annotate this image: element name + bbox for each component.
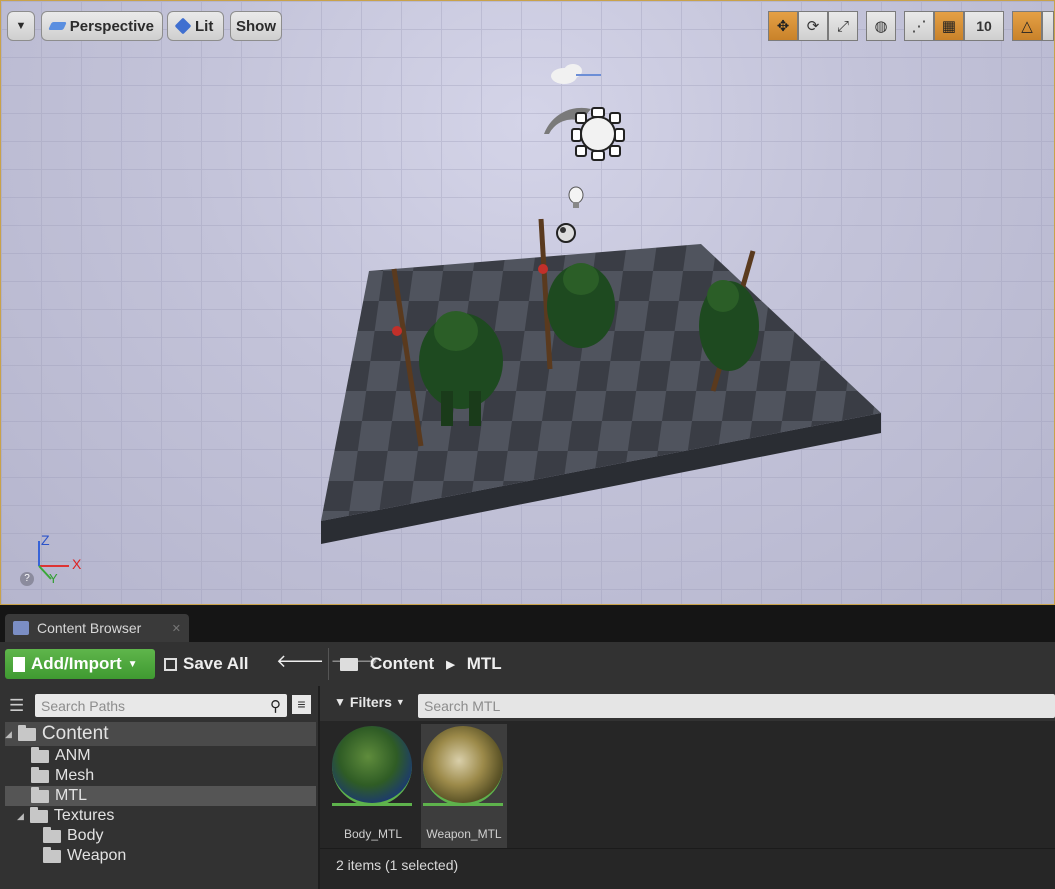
reflection-capture-icon[interactable]: [556, 223, 576, 243]
view-mode-button[interactable]: Perspective: [41, 11, 163, 41]
tree-item-content[interactable]: ◢ Content: [5, 722, 316, 746]
tree-item-mesh[interactable]: Mesh: [31, 766, 94, 786]
folder-icon: [31, 746, 49, 763]
lighting-mode-label: Lit: [195, 17, 214, 35]
expand-arrow-icon[interactable]: ◢: [17, 811, 24, 822]
open-folder-icon: [340, 657, 358, 671]
folder-open-icon: [29, 806, 48, 823]
tree-item-label: Mesh: [55, 767, 95, 784]
back-arrow-icon[interactable]: 🡐: [276, 651, 324, 672]
breadcrumb: Content ▶ MTL: [340, 649, 502, 679]
breadcrumb-separator-icon[interactable]: ▶: [446, 658, 454, 671]
tree-item-label: Textures: [53, 807, 115, 824]
grid-snap-icon[interactable]: ▦: [934, 11, 964, 41]
asset-tile-weapon-mtl[interactable]: Weapon_MTL: [421, 724, 507, 848]
filters-label: Filters: [349, 694, 392, 710]
asset-name: Weapon_MTL: [426, 827, 502, 841]
tab-content-browser-label: Content Browser: [37, 620, 142, 636]
tree-item-label: ANM: [55, 747, 91, 764]
view-mode-label: Perspective: [69, 17, 154, 35]
content-browser-toolbar: Add/Import ▼ Save All 🡐 🡒 Content ▶ MTL: [0, 642, 1055, 687]
world-local-toggle-icon[interactable]: ◍: [866, 11, 896, 41]
toolbar-divider: [328, 648, 329, 680]
tree-item-label: Weapon: [67, 847, 127, 864]
material-thumbnail: [332, 726, 412, 806]
folder-icon: [31, 766, 49, 783]
tree-item-label: Content: [41, 723, 109, 744]
add-import-button[interactable]: Add/Import ▼: [5, 649, 155, 679]
folder-icon: [43, 826, 61, 843]
asset-type-bar: [423, 803, 503, 806]
directional-light-icon[interactable]: [544, 107, 625, 161]
breadcrumb-item-mtl[interactable]: MTL: [467, 654, 502, 674]
chevron-down-icon: ▼: [395, 697, 405, 707]
asset-name: Body_MTL: [343, 827, 403, 841]
chevron-down-icon: ▼: [127, 658, 138, 670]
asset-view: ▼ Filters ▼ Search MTL Body_MTL Weapon_M…: [320, 686, 1055, 889]
asset-filter-bar: ▼ Filters ▼ Search MTL: [320, 686, 1055, 721]
sources-panel: ☰ Search Paths ⚲ ≡ ◢ Content ANM Mesh MT…: [0, 686, 320, 889]
search-paths-placeholder: Search Paths: [41, 697, 126, 714]
axis-z-label: Z: [41, 532, 50, 548]
panel-tab-bar: Content Browser ✕: [0, 605, 1055, 642]
tree-item-anm[interactable]: ANM: [31, 746, 91, 766]
tree-item-body[interactable]: Body: [43, 826, 103, 846]
add-import-label: Add/Import: [31, 654, 122, 673]
tree-item-weapon[interactable]: Weapon: [43, 846, 126, 866]
save-all-button[interactable]: Save All: [164, 649, 249, 679]
tree-item-label: Body: [67, 827, 104, 844]
filters-button[interactable]: ▼ Filters ▼: [334, 694, 405, 710]
new-file-icon: [13, 656, 25, 672]
viewport-options-button[interactable]: ▼: [7, 11, 35, 41]
rotate-mode-icon[interactable]: ⟳: [798, 11, 828, 41]
folder-icon: [31, 786, 49, 803]
status-divider: [320, 848, 1055, 849]
close-icon[interactable]: ✕: [172, 622, 181, 635]
chevron-down-icon: ▼: [15, 20, 27, 32]
lighting-mode-button[interactable]: Lit: [167, 11, 224, 41]
expand-arrow-icon[interactable]: ◢: [5, 729, 12, 740]
sky-atmosphere-icon[interactable]: [551, 64, 601, 84]
folder-icon: [43, 846, 61, 863]
search-assets-input[interactable]: Search MTL: [418, 694, 1055, 718]
save-icon: [164, 657, 177, 671]
tree-options-icon[interactable]: ☰: [9, 696, 24, 716]
rotation-snap-icon[interactable]: △: [1012, 11, 1042, 41]
filter-icon: ▼: [334, 695, 346, 709]
asset-type-bar: [332, 803, 412, 806]
save-all-label: Save All: [183, 654, 249, 673]
breadcrumb-item-content[interactable]: Content: [370, 654, 434, 674]
show-flags-button[interactable]: Show: [230, 11, 282, 41]
translate-mode-icon[interactable]: ✥: [768, 11, 798, 41]
lit-cube-icon: [174, 17, 192, 35]
grid-snap-value-label: 10: [976, 18, 992, 34]
show-label: Show: [236, 17, 276, 35]
help-icon[interactable]: ?: [20, 572, 34, 586]
material-thumbnail: [423, 726, 503, 806]
list-view-icon[interactable]: ≡: [292, 695, 311, 714]
point-light-icon[interactable]: [568, 186, 584, 208]
tab-content-browser[interactable]: Content Browser ✕: [5, 614, 189, 642]
axis-x-label: X: [72, 556, 82, 572]
axis-y-label: Y: [49, 571, 58, 586]
item-count-status: 2 items (1 selected): [336, 857, 459, 873]
transform-toolbar: ✥ ⟳ ⤢ ◍ ⋰ ▦ 10 △: [768, 11, 1054, 43]
surface-snap-icon[interactable]: ⋰: [904, 11, 934, 41]
tree-item-label: MTL: [55, 787, 87, 804]
search-icon: ⚲: [270, 697, 281, 715]
scene-render: [38, 64, 881, 580]
content-browser-icon: [13, 621, 29, 635]
tree-item-mtl[interactable]: MTL: [5, 786, 316, 806]
search-assets-placeholder: Search MTL: [424, 698, 501, 714]
grid-snap-value[interactable]: 10: [964, 11, 1004, 41]
scale-mode-icon[interactable]: ⤢: [828, 11, 858, 41]
tree-item-textures[interactable]: ◢ Textures: [17, 806, 114, 826]
perspective-icon: [48, 22, 67, 30]
asset-tile-body-mtl[interactable]: Body_MTL: [330, 724, 416, 848]
folder-open-icon: [17, 724, 36, 741]
level-viewport[interactable]: Z X Y ? ▼ Perspective Lit Show ✥ ⟳ ⤢ ◍ ⋰…: [0, 0, 1055, 605]
rotation-snap-value[interactable]: [1042, 11, 1054, 41]
search-paths-input[interactable]: Search Paths ⚲: [35, 694, 287, 717]
